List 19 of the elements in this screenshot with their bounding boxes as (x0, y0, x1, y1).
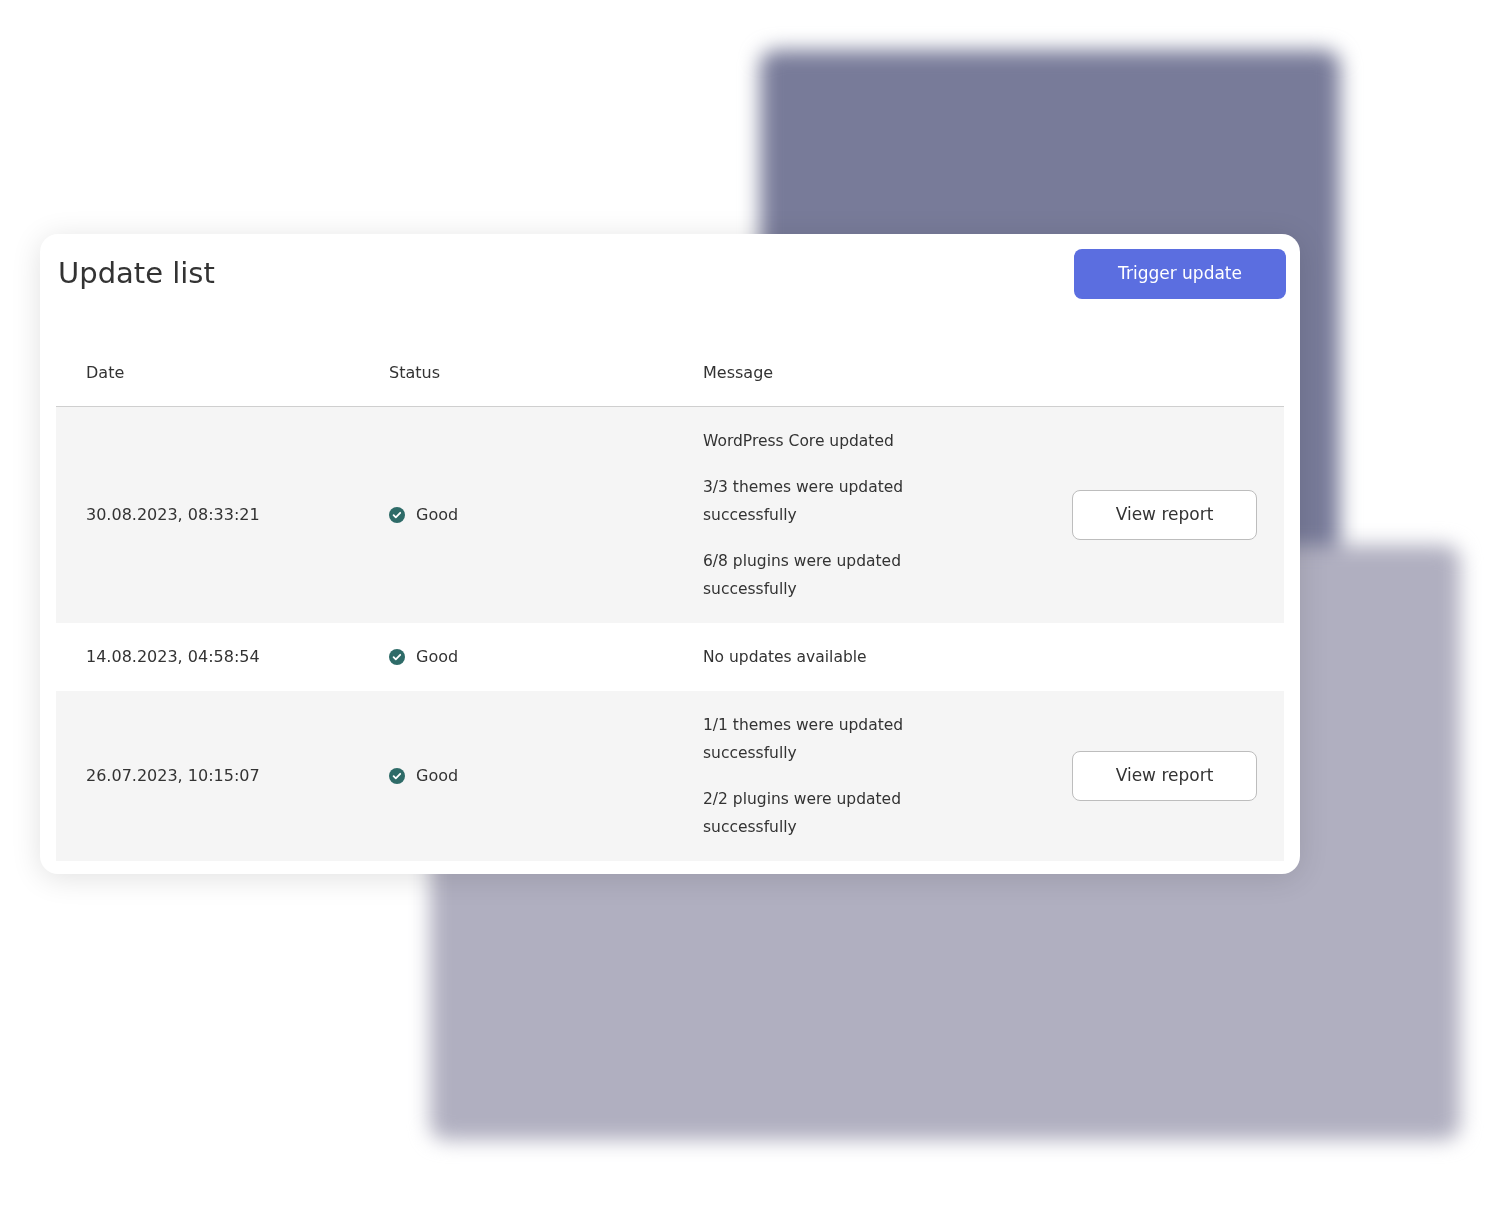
message-text: 6/8 plugins were updated successfully (703, 551, 902, 600)
message-text: No updates available (703, 647, 868, 668)
message-text: 2/2 plugins were updated successfully (703, 789, 902, 838)
view-report-button[interactable]: View report (1072, 751, 1257, 801)
date-cell-text: 14.08.2023, 04:58:54 (86, 646, 261, 668)
trigger-update-button[interactable]: Trigger update (1074, 249, 1286, 299)
column-header: Date (86, 361, 126, 384)
column-header: Status (389, 361, 441, 384)
status-label: Good (416, 504, 459, 526)
card-title: Update list (57, 255, 215, 293)
message-text: WordPress Core updated (703, 431, 895, 452)
date-cell-text: 26.07.2023, 10:15:07 (86, 765, 261, 787)
message-text: 1/1 themes were updated successfully (703, 715, 905, 764)
status-label: Good (416, 765, 459, 787)
message-text: 3/3 themes were updated successfully (703, 477, 905, 526)
date-cell-text: 30.08.2023, 08:33:21 (86, 504, 261, 526)
view-report-button[interactable]: View report (1072, 490, 1257, 540)
status-label: Good (416, 646, 459, 668)
column-header: Message (703, 361, 775, 384)
